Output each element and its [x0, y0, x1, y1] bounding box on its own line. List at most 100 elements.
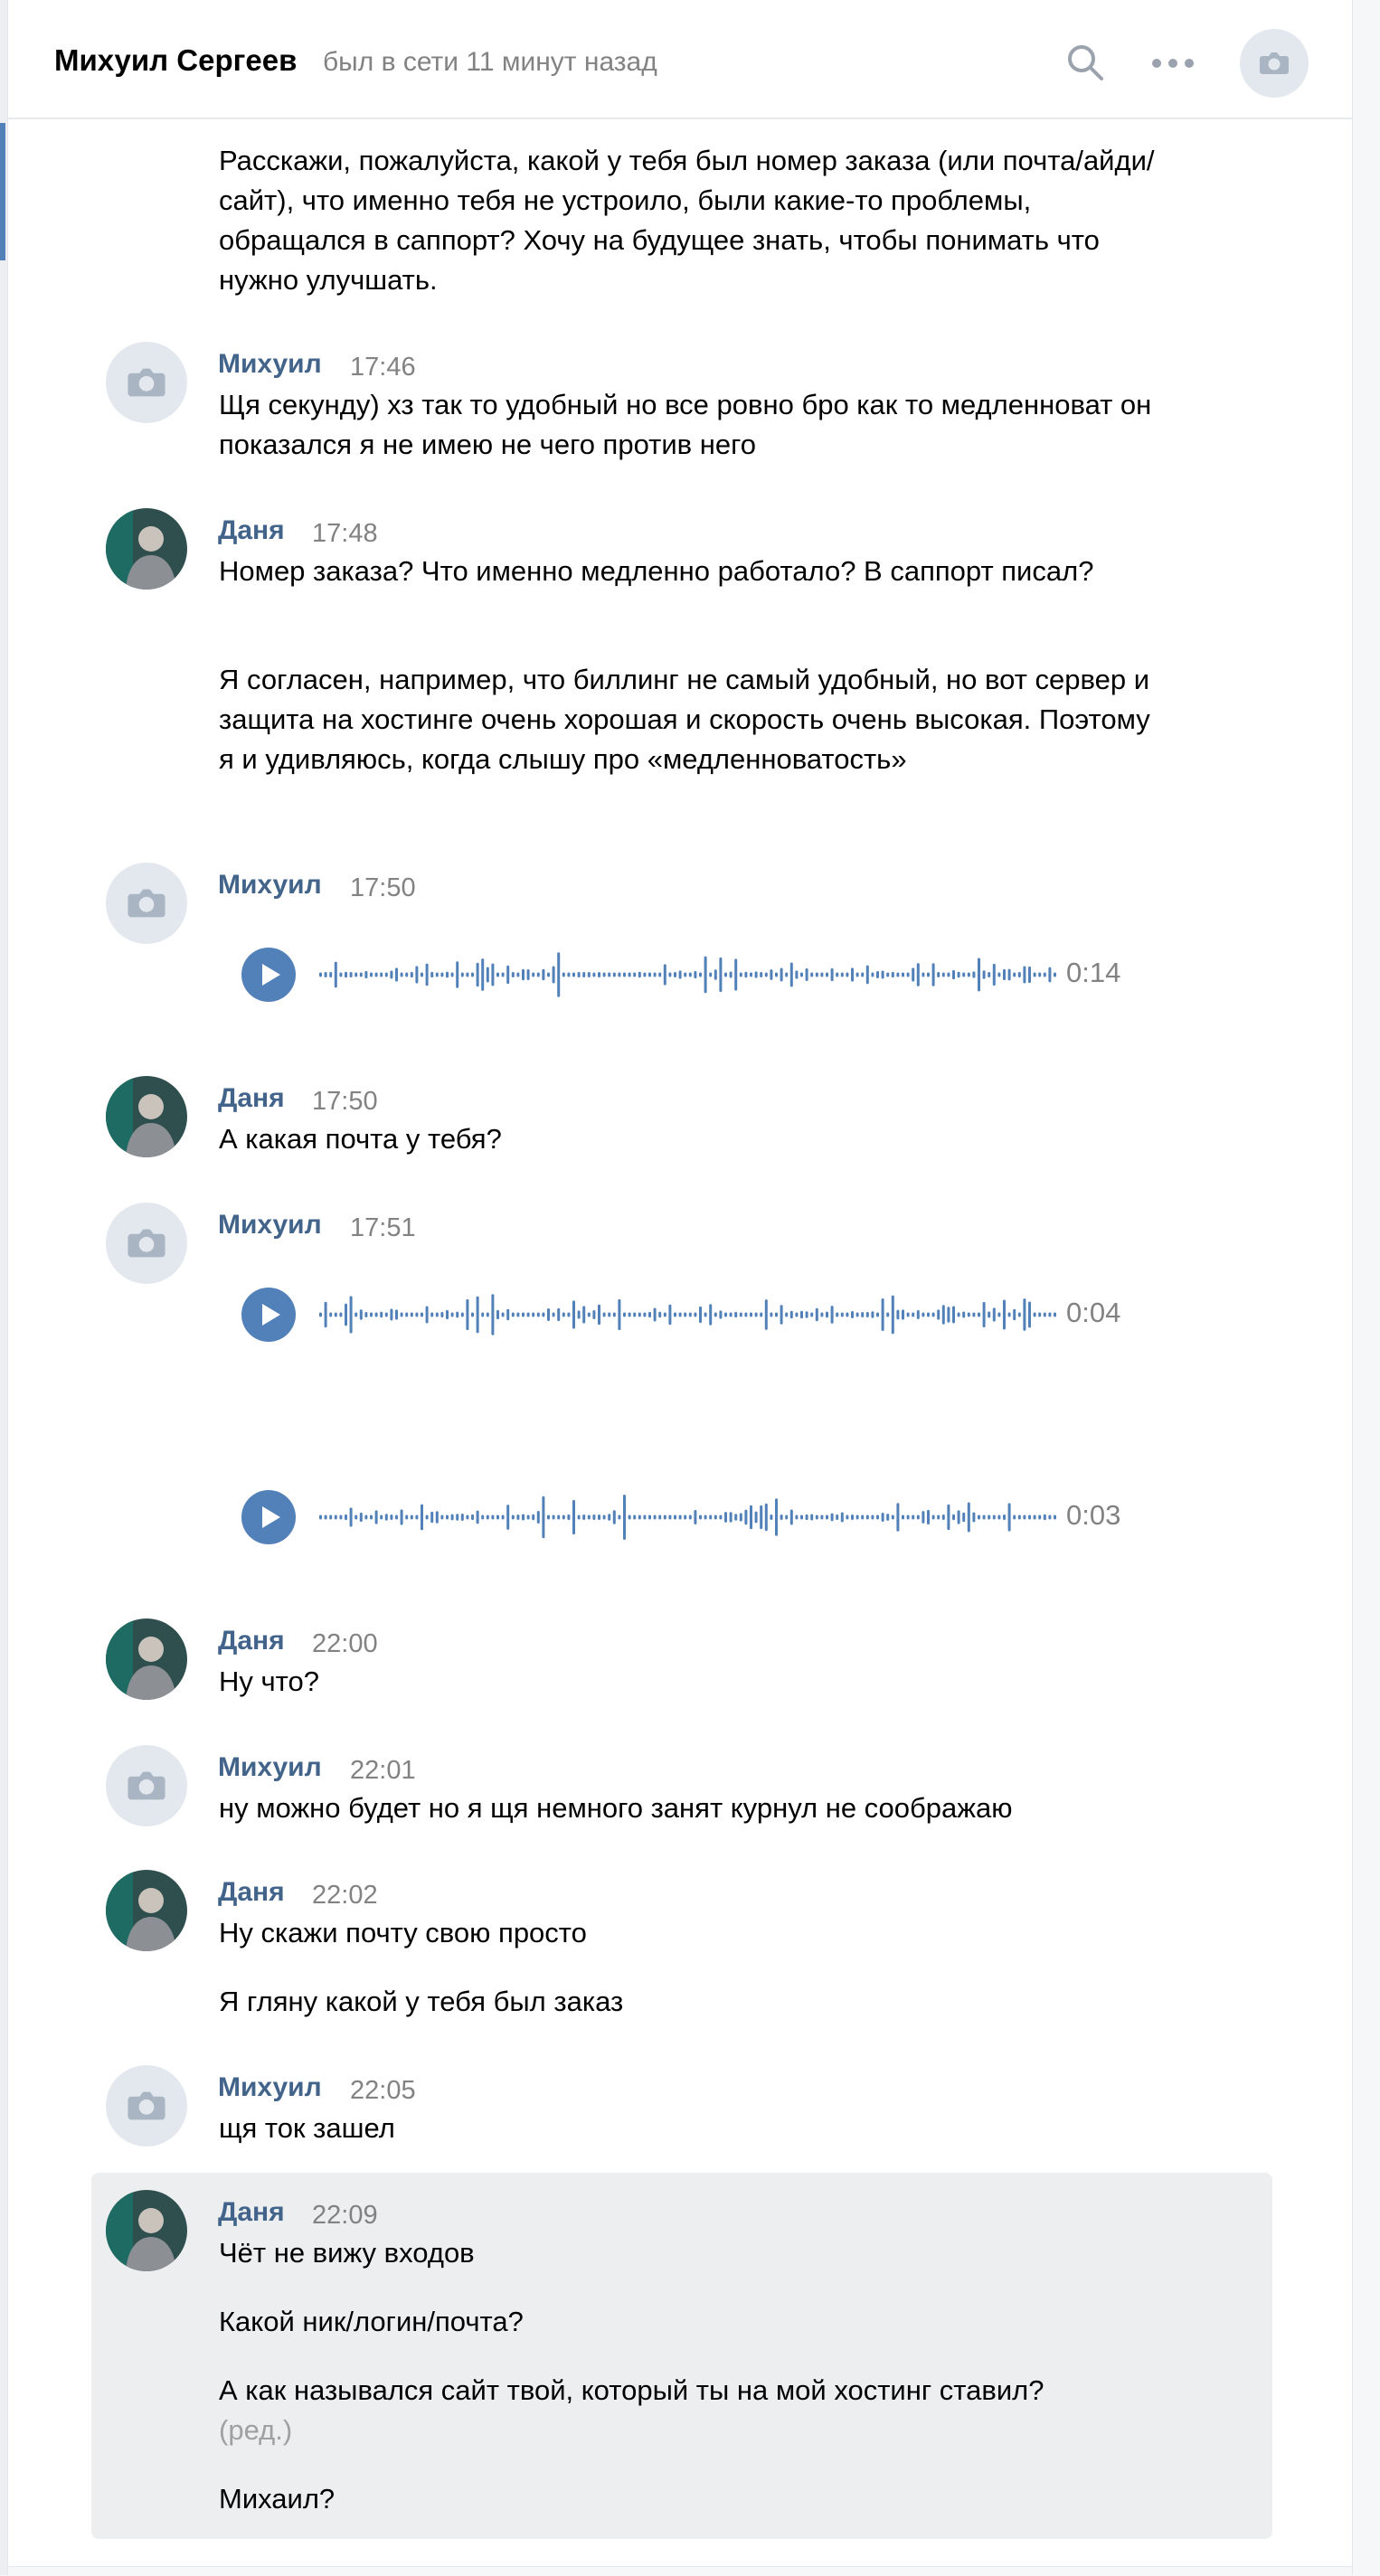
left-nav-strip — [0, 0, 7, 2575]
waveform-bar — [678, 970, 682, 979]
contact-avatar[interactable] — [1240, 29, 1309, 98]
waveform-bar — [319, 972, 322, 977]
message-text: Расскажи, пожалуйста, какой у тебя был н… — [219, 145, 1155, 296]
waveform-bar — [709, 1514, 713, 1520]
avatar[interactable] — [106, 2190, 187, 2271]
message-author[interactable]: Михуил — [218, 1210, 322, 1241]
waveform-bar — [522, 1514, 525, 1521]
waveform-bar — [962, 1512, 966, 1523]
waveform-bar — [633, 1312, 637, 1317]
waveform-bar — [435, 1511, 439, 1524]
message-author[interactable]: Даня — [218, 1626, 285, 1656]
avatar[interactable] — [106, 2065, 187, 2147]
waveform-bar — [354, 1312, 358, 1317]
waveform-bar — [648, 1514, 651, 1520]
message-author[interactable]: Даня — [218, 1877, 285, 1908]
camera-icon — [1260, 52, 1289, 74]
waveform-bar — [623, 972, 626, 977]
waveform[interactable] — [319, 948, 1061, 1002]
voice-message: 0:03 — [241, 1490, 1128, 1544]
message-time[interactable]: 17:50 — [312, 1087, 378, 1117]
message-text: щя ток зашел — [219, 2112, 395, 2144]
waveform-bar — [359, 1512, 363, 1523]
message-text: Я гляну какой у тебя был заказ — [219, 1986, 624, 2017]
play-button[interactable] — [241, 1288, 296, 1342]
waveform-bar — [547, 1514, 550, 1520]
waveform-bar — [952, 969, 955, 980]
play-button[interactable] — [241, 948, 296, 1002]
waveform-bar — [319, 1312, 322, 1317]
waveform-bar — [881, 1298, 884, 1331]
user-photo-icon — [106, 2190, 187, 2271]
waveform-bar — [380, 1514, 383, 1520]
avatar[interactable] — [106, 1745, 187, 1826]
message-author[interactable]: Михуил — [218, 870, 322, 901]
waveform-bar — [992, 1514, 996, 1520]
message-author[interactable]: Михуил — [218, 349, 322, 380]
message-time[interactable]: 22:09 — [312, 2201, 378, 2231]
waveform[interactable] — [319, 1490, 1061, 1544]
waveform-bar — [916, 963, 920, 986]
avatar[interactable] — [106, 1076, 187, 1157]
search-icon[interactable] — [1066, 43, 1104, 81]
active-indicator — [0, 123, 5, 260]
message-time[interactable]: 22:05 — [350, 2076, 416, 2106]
avatar[interactable] — [106, 863, 187, 944]
contact-name[interactable]: Михуил Сергеев — [54, 43, 297, 78]
avatar[interactable] — [106, 1203, 187, 1284]
waveform-bar — [384, 1312, 388, 1317]
waveform-bar — [587, 1312, 591, 1317]
message-text: Чёт не вижу входов — [219, 2237, 475, 2269]
waveform-bar — [972, 971, 976, 978]
message-author[interactable]: Михуил — [218, 2072, 322, 2103]
waveform-bar — [674, 971, 676, 978]
message-text: Какой ник/логин/почта? — [219, 2306, 524, 2337]
avatar[interactable] — [106, 342, 187, 423]
waveform-bar — [405, 1514, 409, 1520]
avatar[interactable] — [106, 508, 187, 590]
waveform-bar — [598, 971, 600, 978]
waveform-bar — [719, 957, 723, 993]
waveform-bar — [997, 972, 1001, 977]
message-time[interactable]: 22:00 — [312, 1629, 378, 1659]
message-author[interactable]: Даня — [218, 515, 285, 546]
message-time[interactable]: 22:01 — [350, 1756, 416, 1786]
waveform[interactable] — [319, 1288, 1061, 1342]
message-time[interactable]: 17:46 — [350, 353, 416, 382]
waveform-bar — [734, 1311, 738, 1318]
waveform-bar — [440, 972, 444, 977]
message-time[interactable]: 17:51 — [350, 1213, 416, 1243]
waveform-bar — [506, 965, 510, 985]
waveform-bar — [744, 971, 748, 978]
composer-edge — [8, 2566, 1352, 2576]
waveform-bar — [744, 1312, 748, 1317]
waveform-bar — [567, 972, 571, 977]
waveform-bar — [628, 1312, 631, 1317]
more-icon[interactable] — [1149, 52, 1196, 74]
waveform-bar — [826, 1514, 828, 1520]
waveform-bar — [415, 1514, 419, 1520]
message-author[interactable]: Михуил — [218, 1752, 322, 1783]
avatar[interactable] — [106, 1618, 187, 1700]
play-button[interactable] — [241, 1490, 296, 1544]
waveform-bar — [855, 1514, 859, 1520]
message-author[interactable]: Даня — [218, 2197, 285, 2228]
waveform-bar — [927, 1312, 930, 1317]
message-author[interactable]: Даня — [218, 1083, 285, 1114]
waveform-bar — [532, 1312, 535, 1317]
message-time[interactable]: 17:50 — [350, 873, 416, 903]
avatar[interactable] — [106, 1870, 187, 1951]
waveform-bar — [719, 1310, 723, 1319]
waveform-bar — [395, 967, 398, 982]
waveform-bar — [663, 1312, 666, 1317]
waveform-bar — [1017, 971, 1021, 978]
waveform-bar — [830, 967, 834, 982]
waveform-bar — [638, 1312, 641, 1317]
waveform-bar — [805, 1514, 808, 1521]
waveform-bar — [714, 969, 717, 980]
waveform-bar — [592, 1310, 596, 1319]
waveform-bar — [694, 1312, 697, 1317]
waveform-bar — [962, 972, 966, 977]
message-time[interactable]: 22:02 — [312, 1881, 378, 1911]
message-time[interactable]: 17:48 — [312, 519, 378, 549]
